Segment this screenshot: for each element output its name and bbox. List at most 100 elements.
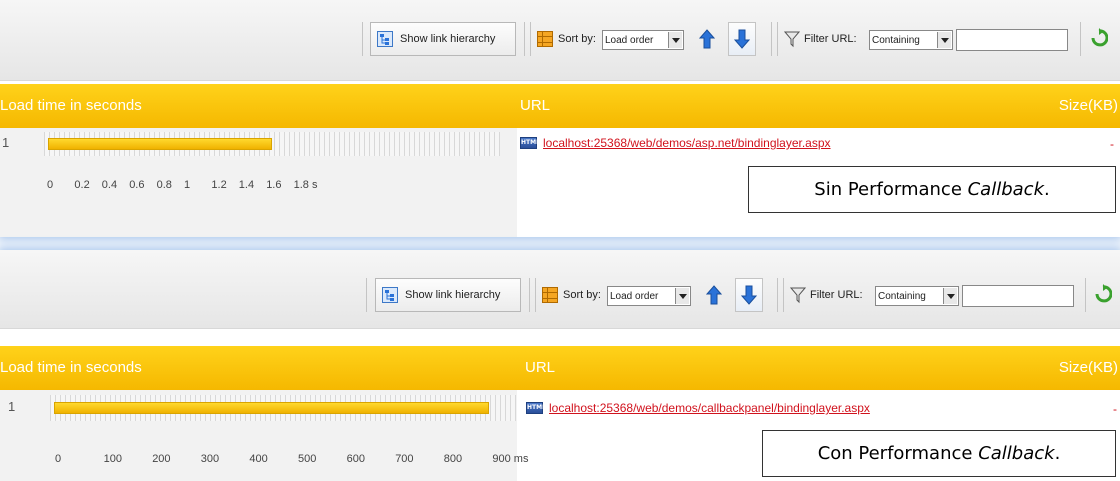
grid-icon (537, 31, 553, 47)
row-number: 1 (2, 135, 10, 150)
toolbar-separator (524, 22, 525, 56)
refresh-icon[interactable] (1090, 28, 1109, 53)
column-header-size[interactable]: Size(KB) (1059, 346, 1118, 390)
resource-size: - (1110, 137, 1114, 151)
load-time-bar[interactable] (48, 138, 272, 150)
axis-tick-label: 800 (443, 453, 463, 465)
axis-tick-label: 600 (346, 453, 365, 465)
column-header-size[interactable]: Size(KB) (1059, 84, 1118, 128)
resource-url-link[interactable]: localhost:25368/web/demos/asp.net/bindin… (543, 136, 831, 150)
toolbar-separator (366, 278, 367, 312)
sort-select[interactable]: Load order (607, 286, 691, 306)
caption-suffix: . (1044, 179, 1050, 200)
toolbar-separator (777, 22, 778, 56)
filter-url-input[interactable] (956, 29, 1068, 51)
filter-mode-select[interactable]: Containing (869, 30, 953, 50)
sort-by-label: Sort by: (563, 289, 601, 301)
toolbar: Show link hierarchy Sort by: Load order … (0, 250, 1120, 329)
toolbar-separator (771, 22, 772, 56)
column-header-url[interactable]: URL (520, 84, 550, 128)
axis-tick-label: 0.2 (74, 179, 90, 191)
waterfall-panel-without-callback: Show link hierarchy Sort by: Load order … (0, 0, 1120, 237)
column-header-load-time[interactable]: Load time in seconds (0, 84, 142, 128)
axis-tick-label: 700 (395, 453, 414, 465)
chevron-down-icon (943, 288, 957, 304)
arrow-up-icon (706, 285, 722, 305)
load-time-bar[interactable] (54, 402, 489, 414)
caption-box: Con Performance Callback. (762, 430, 1116, 477)
axis-tick-label: 0.4 (101, 179, 118, 191)
caption-emphasis: Callback (978, 443, 1055, 464)
refresh-icon[interactable] (1094, 284, 1113, 309)
resource-url-link[interactable]: localhost:25368/web/demos/callbackpanel/… (549, 401, 870, 415)
arrow-up-icon (699, 29, 715, 49)
toolbar-separator (529, 278, 530, 312)
hierarchy-icon (382, 287, 398, 303)
axis-tick-label: 1.4 (238, 179, 255, 191)
toolbar-separator (783, 278, 784, 312)
toolbar-separator (535, 278, 536, 312)
sort-by-label: Sort by: (558, 33, 596, 45)
caption-box: Sin Performance Callback. (748, 166, 1116, 213)
row-number: 1 (8, 399, 16, 414)
axis-tick-label: 0.8 (156, 179, 172, 191)
html-file-icon: HTML (520, 137, 540, 149)
chevron-down-icon (937, 32, 951, 48)
caption-emphasis: Callback (967, 179, 1044, 200)
chevron-down-icon (668, 32, 682, 48)
show-link-hierarchy-button[interactable]: Show link hierarchy (375, 278, 521, 312)
sort-select-value: Load order (610, 290, 659, 302)
grid-icon (542, 287, 558, 303)
filter-url-input[interactable] (962, 285, 1074, 307)
toolbar-separator (1085, 278, 1086, 312)
filter-mode-value: Containing (872, 34, 920, 46)
axis-tick-label: 100 (103, 453, 122, 465)
waterfall-panel-with-callback: Show link hierarchy Sort by: Load order … (0, 250, 1120, 481)
column-header-load-time[interactable]: Load time in seconds (0, 346, 142, 390)
sort-ascending-button[interactable] (700, 278, 728, 312)
show-link-hierarchy-label: Show link hierarchy (405, 289, 501, 301)
axis-tick-label: 500 (298, 453, 317, 465)
column-header-url[interactable]: URL (525, 346, 555, 390)
axis-tick-label: 0.6 (129, 179, 145, 191)
chevron-down-icon (675, 288, 689, 304)
axis-tick-label: 1.2 (211, 179, 227, 191)
axis-tick-label: 1.6 (266, 179, 282, 191)
hierarchy-icon (377, 31, 393, 47)
arrow-down-icon (741, 285, 757, 305)
toolbar-separator (530, 22, 531, 56)
axis-tick-label: 900 ms (492, 453, 529, 465)
column-header-row: Load time in seconds URL Size(KB) (0, 84, 1120, 128)
sort-descending-button[interactable] (728, 22, 756, 56)
axis-tick-label: 400 (249, 453, 268, 465)
html-file-icon: HTML (526, 402, 546, 414)
show-link-hierarchy-button[interactable]: Show link hierarchy (370, 22, 516, 56)
funnel-icon (789, 286, 807, 309)
axis-tick-label: 1.8 s (293, 179, 318, 191)
axis-tick-label: 0 (47, 179, 54, 191)
column-header-row: Load time in seconds URL Size(KB) (0, 346, 1120, 390)
funnel-icon (783, 30, 801, 53)
toolbar-separator (362, 22, 363, 56)
sort-select-value: Load order (605, 34, 654, 46)
toolbar-separator (777, 278, 778, 312)
toolbar: Show link hierarchy Sort by: Load order … (0, 0, 1120, 81)
timeline-track (50, 395, 516, 421)
toolbar-separator (1080, 22, 1081, 56)
axis-tick-label: 0 (55, 453, 62, 465)
caption-prefix: Con Performance (817, 443, 979, 464)
axis-tick-label: 200 (152, 453, 171, 465)
axis-tick-label: 300 (200, 453, 220, 465)
resource-size: - (1113, 402, 1117, 416)
caption-suffix: . (1054, 443, 1061, 464)
filter-mode-select[interactable]: Containing (875, 286, 959, 306)
sort-ascending-button[interactable] (693, 22, 721, 56)
show-link-hierarchy-label: Show link hierarchy (400, 33, 496, 45)
axis-tick-label: 1 (184, 179, 191, 191)
timeline-track (44, 132, 500, 156)
arrow-down-icon (734, 29, 750, 49)
filter-url-label: Filter URL: (810, 289, 863, 301)
sort-select[interactable]: Load order (602, 30, 684, 50)
sort-descending-button[interactable] (735, 278, 763, 312)
filter-url-label: Filter URL: (804, 33, 857, 45)
